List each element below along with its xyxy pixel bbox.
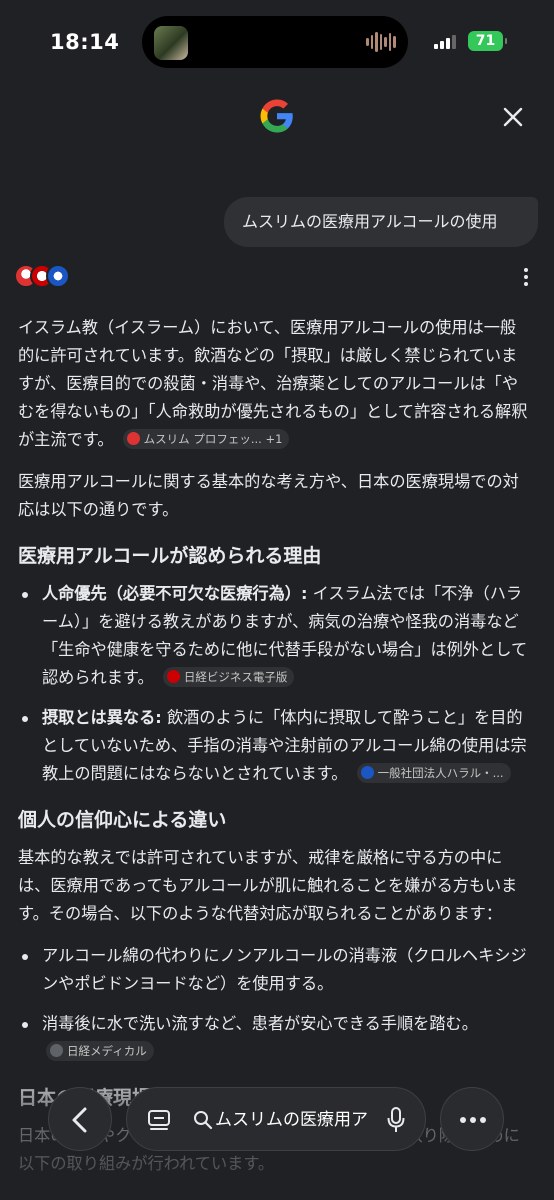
status-time: 18:14 [50, 30, 120, 54]
user-query-bubble: ムスリムの医療用アルコールの使用 [224, 197, 538, 247]
list-item: アルコール綿の代わりにノンアルコールの消毒液（クロルヘキシジンやポビドンヨードな… [18, 942, 532, 998]
close-icon[interactable] [500, 104, 526, 130]
citation-chip-label: 日経メディカル [67, 1044, 147, 1058]
answer-lead: 医療用アルコールに関する基本的な考え方や、日本の医療現場での対応は以下の通りです… [18, 472, 519, 519]
section-body: 基本的な教えでは許可されていますが、戒律を厳格に守る方の中には、医療用であっても… [18, 848, 518, 923]
cellular-signal-icon [434, 35, 456, 49]
citation-chip-label: 日経ビジネス電子版 [183, 670, 288, 684]
dynamic-island[interactable] [142, 16, 408, 68]
list-item-text: アルコール綿の代わりにノンアルコールの消毒液（クロルヘキシジンやポビドンヨードな… [42, 946, 527, 993]
section-heading: 個人の信仰心による違い [18, 809, 227, 831]
tabs-icon[interactable] [147, 1109, 171, 1131]
list-item-label: 摂取とは異なる: [42, 708, 162, 727]
answer-intro: イスラム教（イスラーム）において、医療用アルコールの使用は一般的に許可されていま… [18, 314, 532, 454]
search-icon [194, 1111, 213, 1130]
citation-favicon [360, 766, 374, 779]
citation-chip[interactable]: 日経ビジネス電子版 [162, 667, 295, 687]
more-horizontal-icon [460, 1117, 486, 1123]
citation-chip[interactable]: ムスリム プロフェッ... +1 [122, 429, 290, 449]
more-options-button[interactable] [440, 1087, 504, 1151]
source-favicons[interactable] [14, 264, 74, 290]
mic-icon[interactable] [387, 1107, 405, 1133]
back-button[interactable] [48, 1087, 112, 1151]
status-bar: 18:14 71 [0, 0, 554, 86]
list-item: 消毒後に水で洗い流すなど、患者が安心できる手順を踏む。 日経メディカル [18, 1010, 532, 1066]
section-list: 人命優先（必要不可欠な医療行為）: イスラム法では「不浄（ハラーム）」を避ける教… [18, 580, 532, 788]
ai-answer: イスラム教（イスラーム）において、医療用アルコールの使用は一般的に許可されていま… [18, 314, 532, 1192]
now-playing-thumbnail [154, 26, 188, 60]
citation-favicon [126, 432, 140, 445]
audio-wave-icon [366, 32, 397, 52]
citation-count: +1 [265, 432, 283, 446]
search-pill[interactable]: ムスリムの医療用ア [126, 1087, 426, 1151]
citation-chip-label: 一般社団法人ハラル・... [377, 766, 504, 780]
google-g-logo [260, 99, 293, 133]
section-heading: 医療用アルコールが認められる理由 [18, 545, 322, 567]
citation-chip[interactable]: 一般社団法人ハラル・... [356, 763, 511, 783]
list-item: 摂取とは異なる: 飲酒のように「体内に摂取して酔うこと」を目的としていないため、… [18, 704, 532, 788]
back-arrow-icon [72, 1107, 87, 1133]
list-item-label: 人命優先（必要不可欠な医療行為）: [42, 584, 308, 603]
citation-chip[interactable]: 日経メディカル [46, 1041, 154, 1061]
section-list: アルコール綿の代わりにノンアルコールの消毒液（クロルヘキシジンやポビドンヨードな… [18, 942, 532, 1066]
battery-indicator: 71 [468, 31, 507, 51]
more-vertical-icon[interactable] [516, 266, 536, 288]
list-item-text: 消毒後に水で洗い流すなど、患者が安心できる手順を踏む。 [42, 1014, 478, 1033]
list-item: 人命優先（必要不可欠な医療行為）: イスラム法では「不浄（ハラーム）」を避ける教… [18, 580, 532, 692]
citation-favicon [166, 670, 180, 683]
source-favicon-3 [46, 264, 70, 288]
search-query-text[interactable]: ムスリムの医療用ア [215, 1108, 367, 1132]
citation-favicon [50, 1044, 63, 1057]
citation-chip-label: ムスリム プロフェッ... [143, 432, 262, 446]
